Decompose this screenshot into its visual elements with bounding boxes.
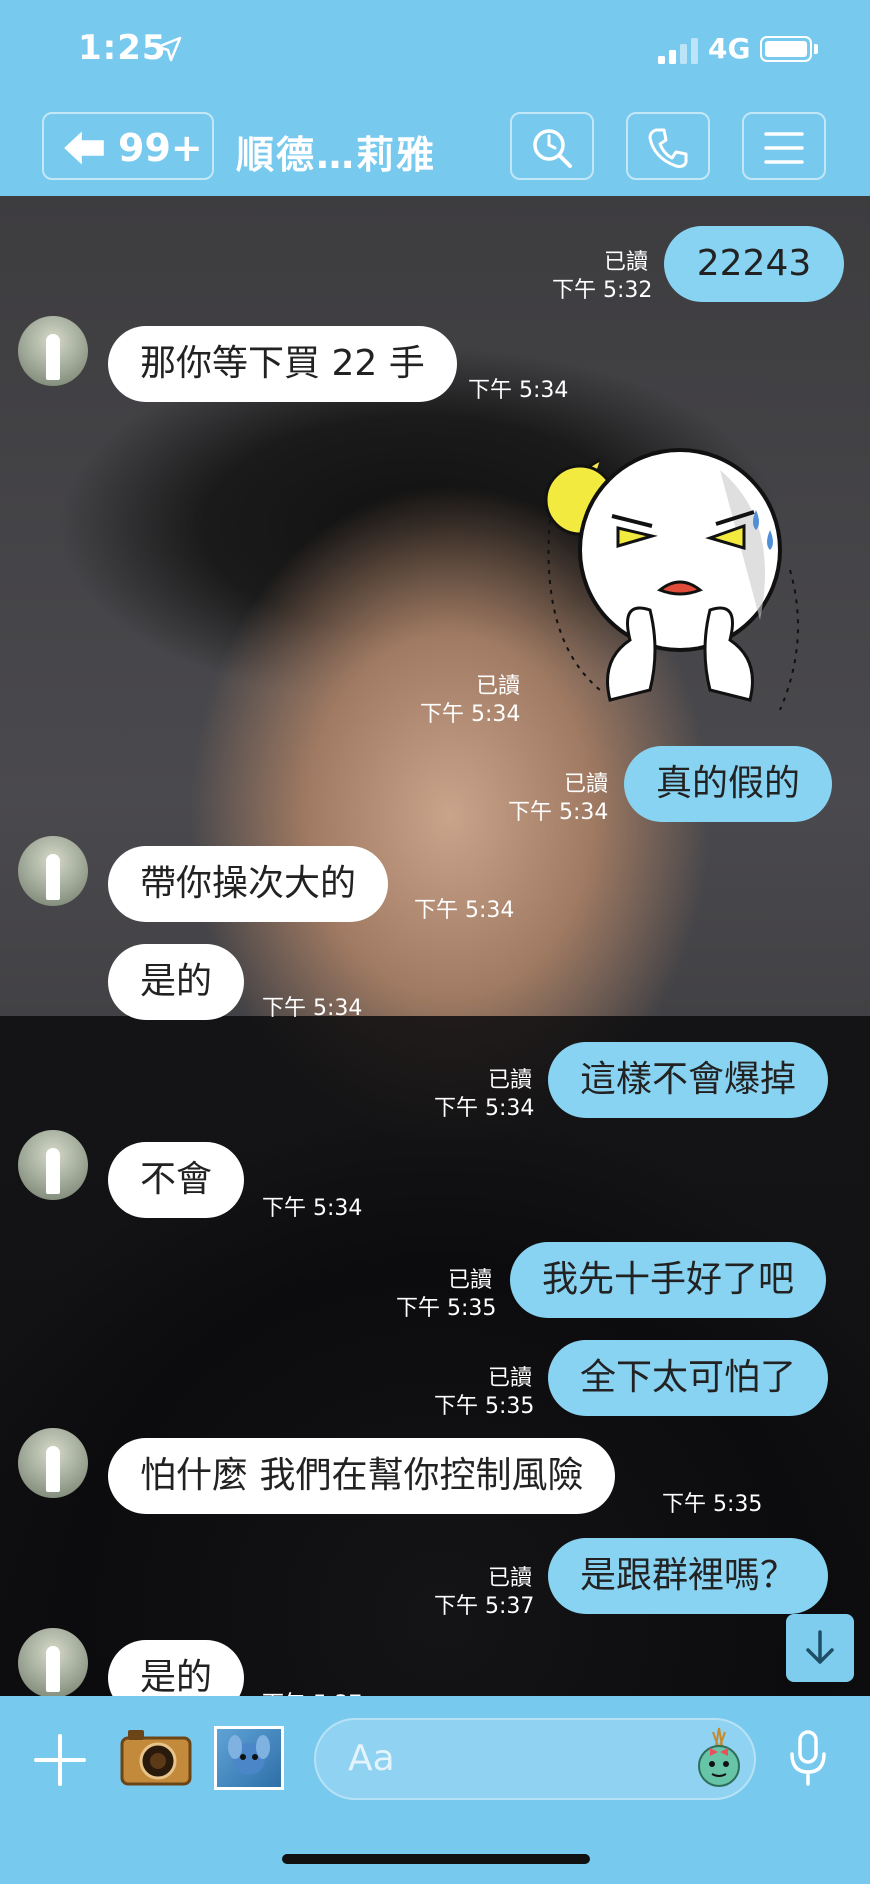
plus-icon[interactable] [34, 1734, 86, 1786]
status-time: 1:25 [78, 28, 167, 68]
network-type: 4G [708, 32, 751, 65]
photo-icon [228, 1735, 270, 1775]
message-time: 下午 5:34 [414, 898, 515, 923]
camera-icon[interactable] [120, 1726, 192, 1788]
battery-icon [760, 36, 812, 62]
message-bubble-incoming[interactable]: 那你等下買 22 手 [108, 326, 457, 402]
avatar[interactable] [18, 316, 88, 386]
search-icon [533, 129, 572, 168]
phone-icon [648, 128, 688, 168]
chat-header: 1:25 4G 99+ 順德…莉雅 [0, 0, 870, 196]
message-bubble-outgoing[interactable]: 我先十手好了吧 [510, 1242, 827, 1318]
message-time: 下午 5:34 [262, 996, 363, 1021]
message-input-placeholder: Aa [348, 1738, 395, 1779]
photo-button[interactable] [214, 1726, 284, 1790]
message-time: 下午 5:35 [396, 1296, 497, 1321]
chat-title[interactable]: 順德…莉雅 [236, 124, 436, 179]
chat-screen: 已讀 下午 5:32 22243 那你等下買 22 手 下午 5:34 已讀 下… [0, 0, 870, 1884]
microphone-icon[interactable] [788, 1730, 828, 1786]
avatar[interactable] [18, 1130, 88, 1200]
message-time: 下午 5:34 [434, 1096, 535, 1121]
back-arrow-icon [64, 131, 104, 165]
emoji-sticker-icon[interactable] [694, 1726, 744, 1790]
message-bubble-outgoing[interactable]: 這樣不會爆掉 [548, 1042, 829, 1118]
message-bubble-outgoing[interactable]: 22243 [664, 226, 844, 302]
menu-button[interactable] [742, 112, 826, 180]
battery-tip [814, 44, 818, 54]
message-bubble-incoming[interactable]: 帶你操次大的 [108, 846, 389, 922]
menu-icon [764, 132, 804, 164]
search-button[interactable] [510, 112, 594, 180]
avatar[interactable] [18, 1428, 88, 1498]
message-time: 下午 5:34 [508, 800, 609, 825]
message-input-bar: Aa [0, 1696, 870, 1884]
home-indicator [282, 1854, 590, 1864]
message-bubble-incoming[interactable]: 是的 [108, 944, 245, 1020]
signal-icon [658, 38, 698, 64]
back-button[interactable]: 99+ [42, 112, 214, 180]
location-arrow-icon [156, 36, 182, 62]
message-time: 下午 5:35 [662, 1492, 763, 1517]
message-bubble-outgoing[interactable]: 真的假的 [624, 746, 833, 822]
avatar[interactable] [18, 836, 88, 906]
avatar[interactable] [18, 1628, 88, 1698]
sticker-image[interactable] [540, 440, 820, 720]
scroll-to-bottom-button[interactable] [786, 1614, 854, 1682]
message-bubble-incoming[interactable]: 不會 [108, 1142, 245, 1218]
message-bubble-incoming[interactable]: 怕什麼 我們在幫你控制風險 [108, 1438, 616, 1514]
message-time: 下午 5:34 [468, 378, 569, 403]
message-bubble-outgoing[interactable]: 是跟群裡嗎？ [548, 1538, 829, 1614]
message-time: 下午 5:34 [420, 702, 521, 727]
message-time: 下午 5:35 [434, 1394, 535, 1419]
scroll-down-icon [806, 1630, 834, 1664]
message-time: 下午 5:34 [262, 1196, 363, 1221]
message-bubble-outgoing[interactable]: 全下太可怕了 [548, 1340, 829, 1416]
unread-count: 99+ [118, 126, 203, 170]
call-button[interactable] [626, 112, 710, 180]
message-time: 下午 5:37 [434, 1594, 535, 1619]
message-time: 下午 5:32 [552, 278, 653, 303]
